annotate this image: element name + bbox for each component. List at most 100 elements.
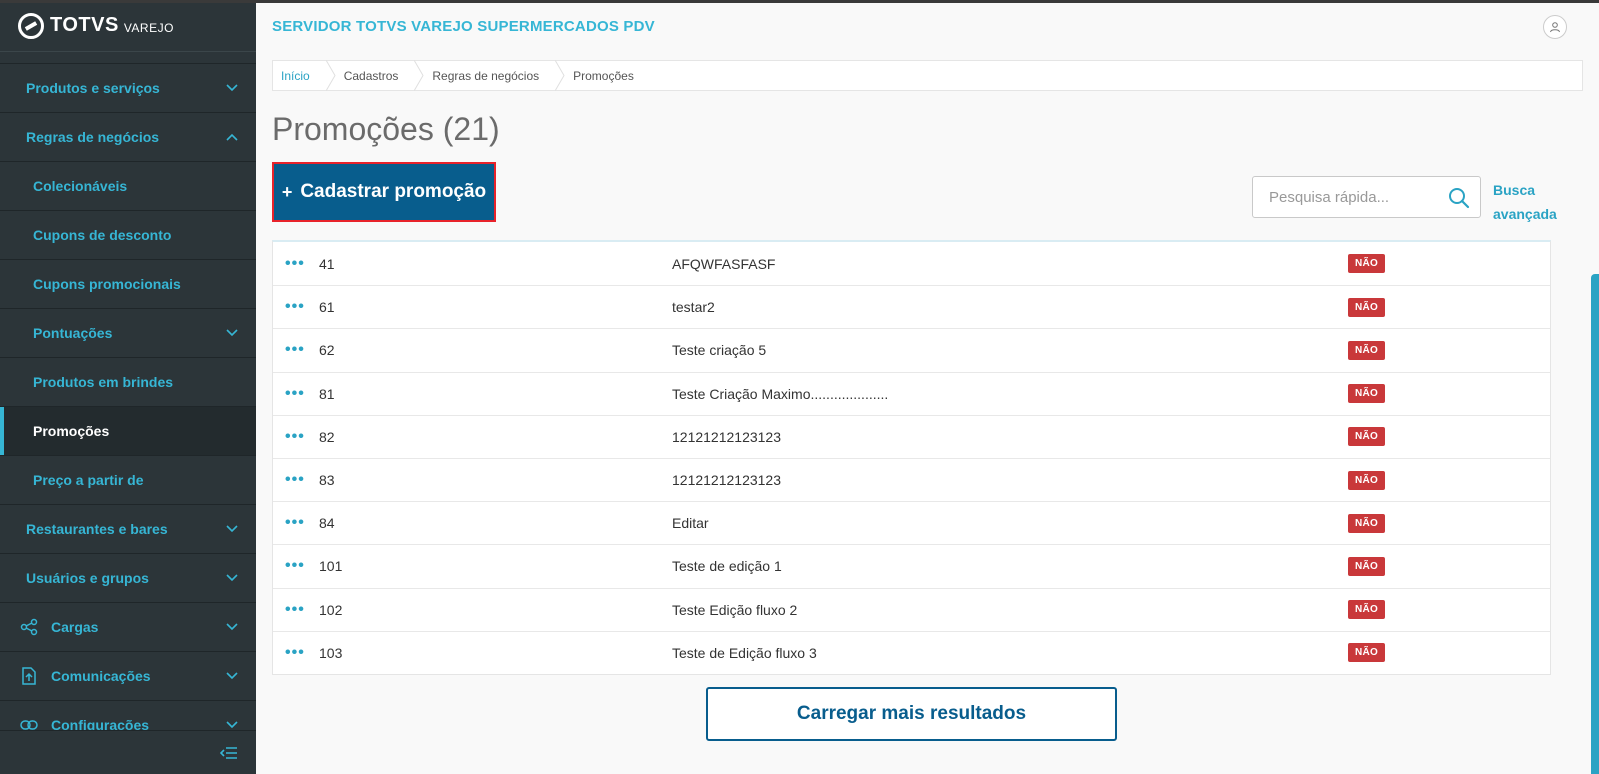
window-top-border: [0, 0, 1599, 3]
file-upload-icon: [20, 667, 38, 685]
status-badge: NÃO: [1348, 254, 1386, 274]
chevron-down-icon: [226, 523, 238, 535]
sidebar-item-cargas[interactable]: Cargas: [0, 602, 256, 651]
breadcrumb-inicio[interactable]: Início: [273, 61, 326, 90]
status-badge: NÃO: [1348, 340, 1386, 360]
breadcrumb-promocoes: Promoções: [573, 68, 634, 83]
status-badge: NÃO: [1348, 643, 1386, 663]
user-menu-button[interactable]: [1543, 15, 1567, 39]
totvs-logo-icon: [18, 12, 44, 39]
sidebar-item-label: Restaurantes e bares: [26, 521, 168, 537]
cell-name: Teste de edição 1: [672, 558, 782, 575]
row-actions-icon[interactable]: •••: [273, 471, 319, 489]
table-row[interactable]: ••• 101 Teste de edição 1 NÃO: [273, 544, 1550, 587]
table-row[interactable]: ••• 81 Teste Criação Maximo.............…: [273, 371, 1550, 415]
row-actions-icon[interactable]: •••: [273, 514, 319, 532]
row-actions-icon[interactable]: •••: [273, 428, 319, 446]
sidebar-item-promocoes[interactable]: Promoções: [0, 406, 256, 455]
sidebar-item-label: Produtos em brindes: [33, 374, 174, 390]
table-row[interactable]: ••• 102 Teste Edição fluxo 2 NÃO: [273, 587, 1550, 631]
table-row[interactable]: ••• 83 12121212123123 NÃO: [273, 457, 1550, 501]
sidebar-footer: [0, 730, 256, 774]
sidebar-item-produtos-brindes[interactable]: Produtos em brindes: [0, 357, 256, 406]
breadcrumb-cadastros[interactable]: Cadastros: [336, 61, 415, 90]
search-input[interactable]: [1269, 188, 1439, 206]
advanced-search-link[interactable]: Busca avançada: [1493, 178, 1563, 226]
sidebar-item-label: Promoções: [33, 423, 110, 439]
main-content: SERVIDOR TOTVS VAREJO SUPERMERCADOS PDV …: [256, 3, 1599, 774]
collapse-sidebar-icon[interactable]: [219, 745, 238, 761]
share-icon: [20, 618, 38, 636]
row-actions-icon[interactable]: •••: [273, 255, 319, 273]
row-actions-icon[interactable]: •••: [273, 385, 319, 403]
load-more-button[interactable]: Carregar mais resultados: [706, 687, 1117, 741]
cell-id: 81: [319, 385, 335, 402]
chevron-down-icon: [226, 82, 238, 94]
sidebar-item-cupons-promocionais[interactable]: Cupons promocionais: [0, 259, 256, 308]
sidebar-item-colecionaveis[interactable]: Colecionáveis: [0, 161, 256, 210]
table-row[interactable]: ••• 62 Teste criação 5 NÃO: [273, 328, 1550, 371]
cell-id: 103: [319, 644, 343, 661]
brand-name: TOTVS: [50, 14, 119, 36]
table-row[interactable]: ••• 61 testar2 NÃO: [273, 285, 1550, 328]
cell-name: Teste Criação Maximo....................: [672, 385, 889, 402]
row-actions-icon[interactable]: •••: [273, 557, 319, 575]
breadcrumb-regras-negocios[interactable]: Regras de negócios: [424, 61, 555, 90]
logo[interactable]: TOTVS VAREJO: [0, 0, 256, 52]
cell-id: 84: [319, 515, 335, 532]
sidebar-item-label: Regras de negócios: [26, 129, 160, 145]
cell-id: 61: [319, 299, 335, 316]
row-actions-icon[interactable]: •••: [273, 341, 319, 359]
cell-id: 41: [319, 255, 335, 272]
search-icon[interactable]: [1448, 187, 1470, 209]
add-promotion-button-inner: + Cadastrar promoção: [276, 166, 492, 218]
sidebar-item-label: Pontuações: [33, 325, 113, 341]
sidebar-menu: Produtos e serviços Regras de negócios C…: [0, 63, 256, 749]
sidebar-item-pontuacoes[interactable]: Pontuações: [0, 308, 256, 357]
breadcrumb-separator-icon: [555, 60, 565, 91]
sidebar-item-label: Produtos e serviços: [26, 80, 160, 96]
sidebar-item-preco-a-partir-de[interactable]: Preço a partir de: [0, 455, 256, 504]
cell-name: 12121212123123: [672, 472, 782, 489]
table-row[interactable]: ••• 84 Editar NÃO: [273, 501, 1550, 544]
table-row[interactable]: ••• 82 12121212123123 NÃO: [273, 414, 1550, 458]
status-badge: NÃO: [1348, 513, 1386, 533]
sidebar-item-produtos-servicos[interactable]: Produtos e serviços: [0, 63, 256, 112]
page-title: Promoções (21): [272, 111, 500, 147]
chevron-down-icon: [226, 670, 238, 682]
row-actions-icon[interactable]: •••: [273, 644, 319, 662]
table-row[interactable]: ••• 41 AFQWFASFASF NÃO: [273, 242, 1550, 285]
table-row[interactable]: ••• 103 Teste de Edição fluxo 3 NÃO: [273, 630, 1550, 674]
sidebar-item-usuarios-grupos[interactable]: Usuários e grupos: [0, 553, 256, 602]
brand-sub: VAREJO: [123, 21, 174, 35]
sidebar-item-label: Cargas: [51, 619, 99, 635]
breadcrumb: Início Cadastros Regras de negócios Prom…: [272, 60, 1583, 91]
cell-id: 101: [319, 558, 343, 575]
add-promotion-button[interactable]: + Cadastrar promoção: [272, 162, 496, 222]
breadcrumb-separator-icon: [325, 60, 336, 91]
sidebar-item-cupons-desconto[interactable]: Cupons de desconto: [0, 210, 256, 259]
cell-name: Teste Edição fluxo 2: [672, 601, 798, 618]
sidebar-item-label: Comunicações: [51, 668, 151, 684]
cell-name: testar2: [672, 299, 715, 316]
row-actions-icon[interactable]: •••: [273, 601, 319, 619]
page-scrollbar[interactable]: [1591, 274, 1599, 774]
cell-name: Teste de Edição fluxo 3: [672, 644, 817, 661]
cell-id: 82: [319, 428, 335, 445]
add-promotion-label: Cadastrar promoção: [300, 181, 487, 202]
chevron-up-icon: [226, 131, 238, 143]
sidebar-item-comunicacoes[interactable]: Comunicações: [0, 651, 256, 700]
row-actions-icon[interactable]: •••: [273, 298, 319, 316]
sidebar-item-label: Preço a partir de: [33, 472, 144, 488]
chevron-down-icon: [226, 621, 238, 633]
promotions-table: ••• 41 AFQWFASFASF NÃO ••• 61 testar2 NÃ…: [272, 240, 1551, 675]
status-badge: NÃO: [1348, 600, 1386, 620]
sidebar-item-label: Usuários e grupos: [26, 570, 149, 586]
cell-name: 12121212123123: [672, 428, 782, 445]
cell-id: 102: [319, 601, 343, 618]
status-badge: NÃO: [1348, 384, 1386, 404]
sidebar-item-regras-negocios[interactable]: Regras de negócios: [0, 112, 256, 161]
sidebar-item-restaurantes-bares[interactable]: Restaurantes e bares: [0, 504, 256, 553]
chevron-down-icon: [226, 327, 238, 339]
status-badge: NÃO: [1348, 470, 1386, 490]
